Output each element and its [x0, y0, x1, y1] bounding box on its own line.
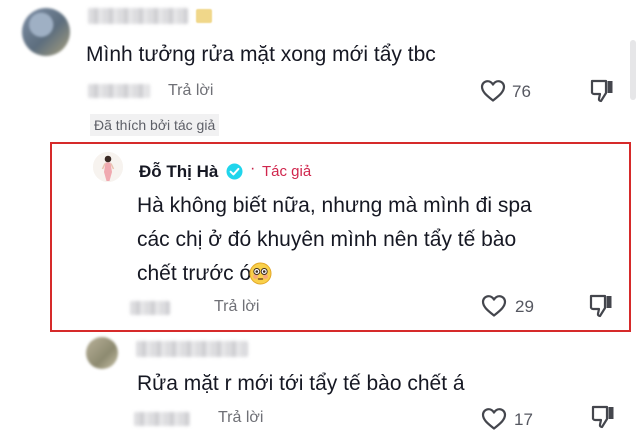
timestamp-blurred — [88, 84, 150, 98]
comment-text: Mình tưởng rửa mặt xong mới tẩy tbc — [86, 43, 436, 66]
username-blurred[interactable] — [136, 341, 248, 357]
author-name[interactable]: Đỗ Thị Hà — [139, 162, 218, 182]
dislike-icon[interactable] — [588, 293, 614, 319]
heart-icon[interactable] — [480, 79, 506, 103]
like-count: 29 — [515, 297, 534, 316]
reply-button[interactable]: Trả lời — [168, 82, 213, 100]
person-figure-icon — [93, 152, 123, 182]
avatar[interactable] — [22, 8, 70, 56]
author-tag: Tác giả — [262, 163, 312, 180]
like-count: 17 — [514, 410, 533, 429]
comment-text: Rửa mặt r mới tới tẩy tế bào chết á — [137, 372, 465, 395]
dislike-icon[interactable] — [589, 78, 615, 104]
reply-button[interactable]: Trả lời — [218, 409, 263, 427]
badge-icon — [196, 9, 212, 23]
heart-icon[interactable] — [481, 294, 507, 318]
verified-icon — [226, 163, 243, 180]
flushed-face-icon — [249, 262, 272, 285]
timestamp-blurred — [134, 412, 190, 426]
avatar[interactable] — [86, 337, 118, 369]
dislike-icon[interactable] — [590, 404, 616, 430]
like-count: 76 — [512, 82, 531, 101]
timestamp-blurred — [130, 301, 170, 315]
author-avatar[interactable] — [93, 152, 123, 182]
username-blurred[interactable] — [88, 8, 188, 24]
separator-dot: · — [250, 160, 256, 177]
reply-text-line-2: các chị ở đó khuyên mình nên tẩy tế bào — [137, 228, 517, 251]
reply-button[interactable]: Trả lời — [214, 298, 259, 316]
reply-text-line-3: chết trước ó — [137, 262, 252, 285]
heart-icon[interactable] — [481, 407, 507, 431]
liked-by-author-label: Đã thích bởi tác giả — [90, 114, 220, 136]
scrollbar[interactable] — [630, 40, 636, 100]
reply-text-line-1: Hà không biết nữa, nhưng mà mình đi spa — [137, 194, 532, 217]
